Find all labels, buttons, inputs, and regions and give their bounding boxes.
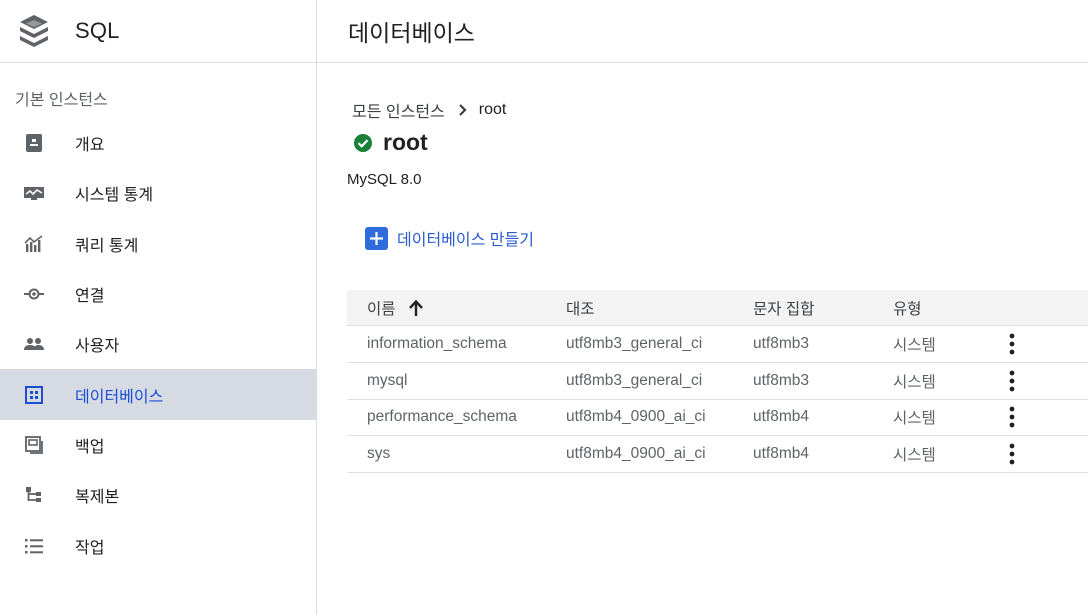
cell-charset: utf8mb3 [753,334,810,352]
table-row: mysql utf8mb3_general_ci utf8mb3 시스템 [347,363,1088,400]
column-header-collation: 대조 [566,300,595,318]
sidebar-item-operations[interactable]: 작업 [0,520,316,570]
cell-charset: utf8mb4 [753,408,810,426]
sidebar-item-label: 연결 [75,288,105,306]
sidebar-item-label: 개요 [75,137,105,155]
more-vert-icon[interactable] [1000,332,1024,356]
page-header: 데이터베이스 [317,0,1088,63]
cell-name: information_schema [367,334,507,352]
sidebar-item-label: 복제본 [75,489,120,507]
backup-icon [22,433,46,457]
operations-icon [22,534,46,558]
instance-version: MySQL 8.0 [347,171,422,188]
query-stats-icon [22,232,46,256]
create-database-button[interactable]: 데이터베이스 만들기 [365,226,534,250]
table-header: 이름 대조 문자 집합 유형 [347,290,1088,326]
cell-charset: utf8mb4 [753,445,810,463]
overview-icon [22,131,46,155]
sidebar: SQL 기본 인스턴스 개요 시스템 통계 쿼리 통계 연결 사용자 데이터베이… [0,0,317,615]
cell-type: 시스템 [893,410,936,428]
cell-collation: utf8mb4_0900_ai_ci [566,445,706,463]
instance-name: root [383,129,428,155]
connection-icon [22,282,46,306]
more-vert-icon[interactable] [1000,442,1024,466]
column-header-type: 유형 [893,300,922,318]
sidebar-section-title: 기본 인스턴스 [15,92,108,109]
column-header-name[interactable]: 이름 [367,297,424,319]
cell-type: 시스템 [893,447,936,465]
plus-icon [365,226,388,250]
chevron-right-icon [451,100,475,120]
table-row: information_schema utf8mb3_general_ci ut… [347,326,1088,363]
sidebar-item-backup[interactable]: 백업 [0,420,316,470]
breadcrumb-all-instances[interactable]: 모든 인스턴스 [352,98,445,122]
sidebar-item-label: 데이터베이스 [75,388,164,406]
cell-collation: utf8mb3_general_ci [566,371,703,389]
cell-type: 시스템 [893,336,936,354]
arrow-up-icon [408,299,424,317]
sidebar-item-label: 쿼리 통계 [75,237,139,255]
sidebar-item-label: 사용자 [75,338,120,356]
more-vert-icon[interactable] [1000,369,1024,393]
cell-name: sys [367,445,391,463]
table-row: sys utf8mb4_0900_ai_ci utf8mb4 시스템 [347,436,1088,474]
users-icon [22,332,46,356]
page-title: 데이터베이스 [348,20,475,46]
sidebar-item-query-stats[interactable]: 쿼리 통계 [0,219,316,269]
breadcrumb-current: root [478,101,507,118]
app-title: SQL [75,18,120,43]
instance-heading: root [353,129,428,156]
sidebar-item-label: 작업 [75,539,105,557]
databases-table: 이름 대조 문자 집합 유형 information_schema utf8mb… [347,290,1088,474]
cell-collation: utf8mb3_general_ci [566,334,703,352]
sidebar-item-label: 시스템 통계 [75,187,154,205]
sidebar-item-system-stats[interactable]: 시스템 통계 [0,168,316,218]
system-stats-icon [22,181,46,205]
table-row: performance_schema utf8mb4_0900_ai_ci ut… [347,400,1088,437]
sidebar-item-label: 백업 [75,438,105,456]
cell-collation: utf8mb4_0900_ai_ci [566,408,706,426]
sidebar-item-connection[interactable]: 연결 [0,269,316,319]
cell-type: 시스템 [893,373,936,391]
sidebar-item-overview[interactable]: 개요 [0,118,316,168]
main-content: 모든 인스턴스 root root MySQL 8.0 데이터베이스 만들기 이… [317,63,1088,615]
breadcrumb: 모든 인스턴스 root [352,98,506,122]
sql-stack-icon [18,12,50,50]
replica-icon [22,483,46,507]
more-vert-icon[interactable] [1000,405,1024,429]
sidebar-nav: 개요 시스템 통계 쿼리 통계 연결 사용자 데이터베이스 백업 복제본 작업 [0,118,316,571]
app-brand: SQL [0,0,316,63]
column-header-charset: 문자 집합 [753,300,815,318]
sidebar-item-users[interactable]: 사용자 [0,319,316,369]
sidebar-item-replica[interactable]: 복제본 [0,470,316,520]
cell-name: performance_schema [367,408,517,426]
sidebar-item-database[interactable]: 데이터베이스 [0,369,316,420]
cell-charset: utf8mb3 [753,371,810,389]
check-circle-icon [353,133,373,153]
database-icon [22,383,46,407]
create-database-label: 데이터베이스 만들기 [397,232,534,249]
cell-name: mysql [367,371,408,389]
